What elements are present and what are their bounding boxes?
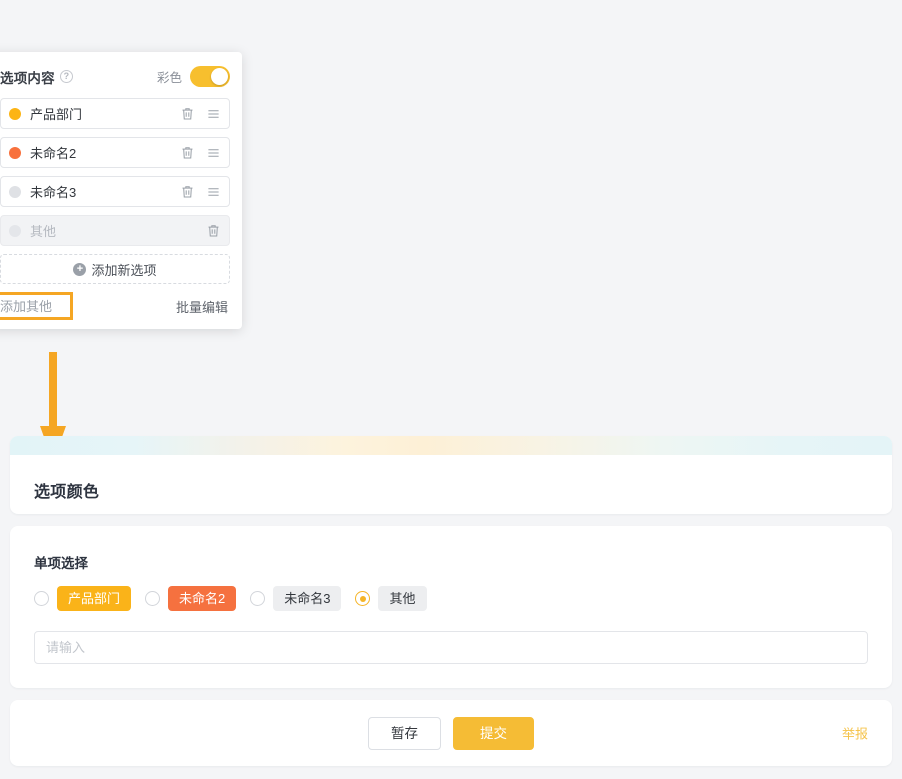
color-toggle-label: 彩色	[156, 71, 182, 85]
option-row-actions	[181, 185, 220, 199]
question-card: 单项选择 产品部门 未命名2 未命名3 其他	[10, 526, 892, 688]
option-row-actions	[207, 224, 220, 238]
radio-option[interactable]: 未命名2	[145, 586, 237, 611]
option-row[interactable]: 未命名3	[0, 176, 230, 207]
form-header-card: 选项颜色	[10, 436, 892, 514]
question-circle-icon[interactable]: ?	[59, 70, 73, 83]
trash-icon[interactable]	[181, 107, 194, 121]
radio-option[interactable]: 其他	[355, 586, 427, 611]
option-color-swatch[interactable]	[9, 146, 21, 159]
option-row[interactable]: 未命名2	[0, 137, 230, 168]
option-list: 产品部门未命名2 未命名3 其他	[0, 98, 230, 246]
radio-option-label: 产品部门	[57, 586, 132, 611]
radio-group: 产品部门 未命名2 未命名3 其他	[34, 586, 868, 611]
radio-option-label: 其他	[378, 586, 427, 611]
trash-icon[interactable]	[207, 224, 220, 238]
radio-button[interactable]	[355, 591, 371, 606]
radio-button[interactable]	[250, 591, 266, 606]
add-other-link[interactable]: 添加其他	[0, 299, 52, 314]
option-row[interactable]: 其他	[0, 215, 230, 246]
option-label: 未命名3	[30, 185, 77, 200]
drag-handle-icon[interactable]	[207, 185, 220, 199]
option-label: 产品部门	[30, 107, 83, 122]
submit-button[interactable]: 提交	[453, 716, 534, 750]
radio-option[interactable]: 未命名3	[250, 586, 342, 611]
report-link[interactable]: 举报	[842, 724, 868, 743]
color-toggle[interactable]	[190, 66, 230, 87]
radio-option-label: 未命名2	[168, 586, 237, 611]
form-area: 选项颜色 单项选择 产品部门 未命名2 未命名3 其他 暂存 提交 举报	[0, 436, 902, 779]
drag-handle-icon[interactable]	[207, 107, 220, 121]
panel-title: 选项内容	[0, 70, 55, 86]
panel-footer: 添加其他 批量编辑	[0, 292, 230, 320]
add-new-option-label: 添加新选项	[91, 262, 157, 278]
batch-edit-link[interactable]: 批量编辑	[176, 297, 228, 316]
drag-handle-icon[interactable]	[207, 146, 220, 160]
panel-header: 选项内容 ? 彩色	[0, 66, 230, 87]
question-label: 单项选择	[34, 556, 88, 571]
option-content-panel: 选项内容 ? 彩色 产品部门未命名2 未命名3 其他 + 添加新选项 添加其他 批量…	[0, 52, 242, 329]
option-label: 其他	[30, 224, 57, 239]
add-new-option-button[interactable]: + 添加新选项	[0, 254, 230, 284]
option-row-actions	[181, 107, 220, 121]
form-title: 选项颜色	[34, 484, 100, 501]
radio-option-label: 未命名3	[273, 586, 342, 611]
panel-header-right: 彩色	[157, 66, 230, 87]
option-row[interactable]: 产品部门	[0, 98, 230, 129]
header-gradient-band	[10, 436, 892, 455]
page-root: 选项内容 ? 彩色 产品部门 未命名2 未命名3 其他 + 添加新选项 添加其他 批量…	[0, 0, 902, 779]
save-draft-button[interactable]: 暂存	[368, 716, 441, 750]
radio-button[interactable]	[145, 591, 161, 606]
panel-header-left: 选项内容 ?	[0, 67, 73, 87]
radio-button[interactable]	[34, 591, 49, 606]
trash-icon[interactable]	[181, 185, 194, 199]
radio-option[interactable]: 产品部门	[34, 586, 132, 611]
option-color-swatch[interactable]	[9, 224, 21, 237]
option-color-swatch[interactable]	[9, 185, 21, 198]
free-text-input[interactable]	[34, 631, 868, 664]
actions-card: 暂存 提交 举报	[10, 700, 892, 766]
trash-icon[interactable]	[181, 146, 194, 160]
plus-circle-icon: +	[73, 262, 87, 276]
option-color-swatch[interactable]	[9, 107, 21, 120]
option-label: 未命名2	[30, 146, 77, 161]
add-other-highlight: 添加其他	[0, 292, 74, 320]
toggle-knob	[211, 68, 228, 85]
option-row-actions	[181, 146, 220, 160]
